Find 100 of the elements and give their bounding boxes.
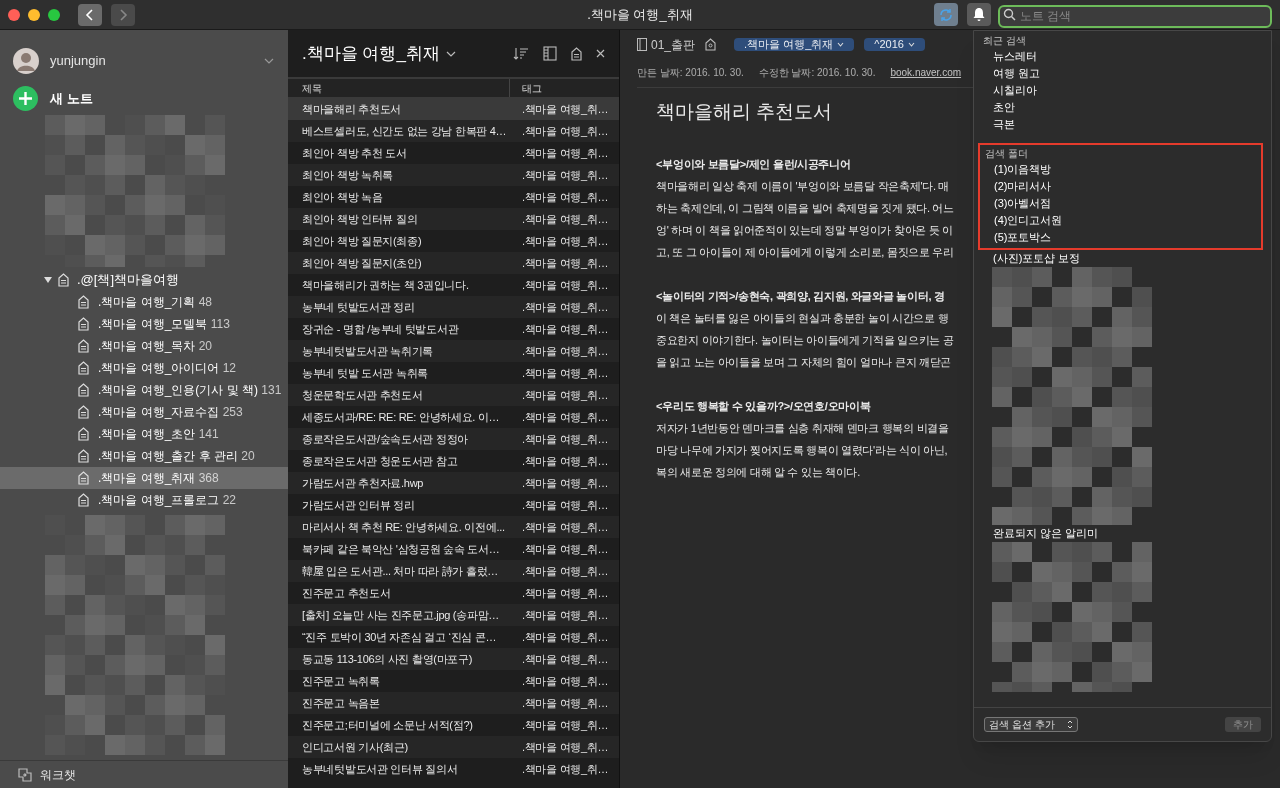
close-button[interactable]: [8, 8, 20, 21]
note-title: 최인아 책방 질문지(최종): [301, 233, 423, 249]
note-tag: .책마을 여행_취…: [510, 474, 609, 492]
sync-button[interactable]: [934, 3, 958, 26]
saved-search-item[interactable]: (4)인디고서원: [994, 212, 1063, 229]
paragraph-heading: <부엉이와 보름달>/제인 욜런/시공주니어: [656, 156, 852, 172]
notebook-icon: [78, 405, 89, 419]
note-row[interactable]: 베스트셀러도, 신간도 없는 강남 한복판 4… .책마을 여행_취…: [288, 120, 619, 142]
notebook-item[interactable]: .책마을 여행_아이디어 12: [0, 357, 288, 379]
new-note-button[interactable]: 새 노트: [13, 86, 93, 111]
note-tag: .책마을 여행_취…: [510, 298, 609, 316]
note-tag: .책마을 여행_취…: [510, 430, 609, 448]
notebook-item[interactable]: .책마을 여행_기획 48: [0, 291, 288, 313]
notebook-item[interactable]: .책마을 여행_출간 후 관리 20: [0, 445, 288, 467]
disclosure-triangle-icon[interactable]: [44, 277, 52, 283]
note-row[interactable]: 농부네 텃밭도서관 정리 .책마을 여행_취…: [288, 296, 619, 318]
zoom-button[interactable]: [48, 8, 60, 21]
workchat-link[interactable]: 워크챗: [40, 765, 76, 784]
recent-search-item[interactable]: 여행 원고: [993, 65, 1041, 82]
minimize-button[interactable]: [28, 8, 40, 21]
notebook-item[interactable]: .책마을 여행_자료수집 253: [0, 401, 288, 423]
notebook-icon: [78, 427, 89, 441]
tag-chip[interactable]: ^2016: [864, 38, 925, 51]
notebook-item[interactable]: .책마을 여행_취재 368: [0, 467, 288, 489]
notebook-selector[interactable]: 01_출판: [637, 35, 696, 54]
paragraph-line: 이 책은 놀터를 잃은 아이들의 현실과 충분한 놀이 시간으로 행: [656, 310, 950, 326]
note-row[interactable]: 농부네텃밭도서관 녹취기록 .책마을 여행_취…: [288, 340, 619, 362]
chat-icon: [18, 767, 32, 782]
saved-search-item[interactable]: 완료되지 않은 알리미: [993, 525, 1099, 542]
notebook-item[interactable]: .책마을 여행_모델북 113: [0, 313, 288, 335]
recent-search-item[interactable]: 극본: [993, 116, 1015, 133]
notification-button[interactable]: [967, 3, 991, 26]
chevron-icon: [445, 50, 456, 57]
note-row[interactable]: 최인아 책방 인터뷰 질의 .책마을 여행_취…: [288, 208, 619, 230]
saved-search-item[interactable]: (5)포토박스: [994, 229, 1052, 246]
recent-search-item[interactable]: 초안: [993, 99, 1015, 116]
tag-chip[interactable]: .책마을 여행_취재: [734, 38, 855, 51]
note-title: “진주 토박이 30년 자존심 걸고 ‘진심 콘…: [301, 629, 498, 645]
saved-search-item[interactable]: (3)아벨서점: [994, 195, 1052, 212]
note-row[interactable]: 마리서사 책 추천 RE: 안녕하세요. 이전에... .책마을 여행_취…: [288, 516, 619, 538]
notebook-icon: [637, 38, 647, 51]
bell-icon: [972, 7, 986, 22]
note-row[interactable]: 청운문학도서관 추천도서 .책마을 여행_취…: [288, 384, 619, 406]
note-row[interactable]: 동교동 113-106의 사진 촬영(마포구) .책마을 여행_취…: [288, 648, 619, 670]
notebook-title-dropdown[interactable]: .책마을 여행_취재: [302, 40, 456, 67]
search-icon: [1003, 8, 1016, 21]
column-header[interactable]: 태그: [510, 80, 542, 96]
saved-search-item[interactable]: (1)이음책방: [994, 161, 1052, 178]
note-title: 책마을해리 추천도서: [301, 101, 403, 117]
back-button[interactable]: [78, 3, 102, 26]
paragraph-line: 책마을해리 일상 축제 이름이 '부엉이와 보름달 작은축제'다. 매: [656, 178, 951, 194]
tag-icon[interactable]: [705, 38, 717, 51]
notebook-item[interactable]: .책마을 여행_초안 141: [0, 423, 288, 445]
recent-search-item[interactable]: 뉴스레터: [993, 48, 1037, 65]
note-tag: .책마을 여행_취…: [510, 672, 609, 690]
note-title: 최인아 책방 녹취록: [301, 167, 395, 183]
note-title: 베스트셀러도, 신간도 없는 강남 한복판 4…: [301, 123, 508, 139]
note-row[interactable]: 최인아 책방 녹취록 .책마을 여행_취…: [288, 164, 619, 186]
saved-search-item[interactable]: (사진)포토샵 보정: [993, 250, 1081, 267]
notebook-icon: [78, 317, 89, 331]
note-row[interactable]: 진주문고 녹음본 .책마을 여행_취…: [288, 692, 619, 714]
notebook-stack-item[interactable]: .@[책]책마을여행: [0, 269, 288, 291]
saved-search-item[interactable]: (2)마리서사: [994, 178, 1052, 195]
note-tag: .책마을 여행_취…: [510, 254, 609, 272]
note-tag: .책마을 여행_취…: [510, 386, 609, 404]
note-title: 종로작은도서관 청운도서관 참고: [301, 453, 459, 469]
note-tag: .책마을 여행_취…: [510, 188, 609, 206]
note-tag: .책마을 여행_취…: [510, 694, 609, 712]
note-row[interactable]: 최인아 책방 질문지(초안) .책마을 여행_취…: [288, 252, 619, 274]
notebook-item[interactable]: .책마을 여행_목차 20: [0, 335, 288, 357]
view-options-icon[interactable]: [543, 46, 557, 61]
note-row[interactable]: 韓屋 입은 도서관... 처마 따라 詩가 흘렀… .책마을 여행_취…: [288, 560, 619, 582]
note-tag: .책마을 여행_취…: [510, 320, 609, 338]
recent-search-item[interactable]: 시칠리아: [993, 82, 1037, 99]
note-row[interactable]: 인디고서원 기사(최근) .책마을 여행_취…: [288, 736, 619, 758]
note-row[interactable]: 가람도서관 추천자료.hwp .책마을 여행_취…: [288, 472, 619, 494]
note-title: 진주문고;터미널에 소문난 서적(점?): [301, 717, 474, 733]
note-title: 북카페 같은 북악산 '삼청공원 숲속 도서…: [301, 541, 501, 557]
note-title: 농부네텃밭도서관 인터뷰 질의서: [301, 761, 459, 777]
note-row[interactable]: 책마을해리 추천도서 .책마을 여행_취…: [288, 98, 619, 120]
sort-icon[interactable]: [513, 46, 529, 61]
forward-button[interactable]: [111, 3, 135, 26]
close-icon[interactable]: [596, 49, 605, 58]
note-tag: .책마을 여행_취…: [510, 232, 609, 250]
source-link[interactable]: book.naver.com: [890, 65, 962, 80]
note-tag: .책마을 여행_취…: [510, 650, 609, 668]
section-label: 최근 검색: [983, 34, 1027, 48]
note-tag: .책마을 여행_취…: [510, 606, 609, 624]
paragraph-line: 저자가 1년반동안 덴마크를 심층 취재해 덴마크 행복의 비결을: [656, 420, 950, 436]
column-header[interactable]: 제목: [288, 79, 510, 97]
note-row[interactable]: 종로작은도서관/숲속도서관 정정아 .책마을 여행_취…: [288, 428, 619, 450]
note-row[interactable]: [출처] 오늘만 사는 진주문고.jpg (송파맘… .책마을 여행_취…: [288, 604, 619, 626]
notebook-item[interactable]: .책마을 여행_인용(기사 및 책) 131: [0, 379, 288, 401]
chevron-icon[interactable]: [264, 58, 274, 64]
note-title: 韓屋 입은 도서관... 처마 따라 詩가 흘렀…: [301, 563, 499, 579]
notebook-stack-icon[interactable]: [571, 46, 582, 61]
search-field[interactable]: 노트 검색: [998, 4, 1272, 28]
notebook-icon: [78, 493, 89, 507]
search-option-select[interactable]: 검색 옵션 추가: [984, 717, 1078, 732]
notebook-item[interactable]: .책마을 여행_프롤로그 22: [0, 489, 288, 511]
